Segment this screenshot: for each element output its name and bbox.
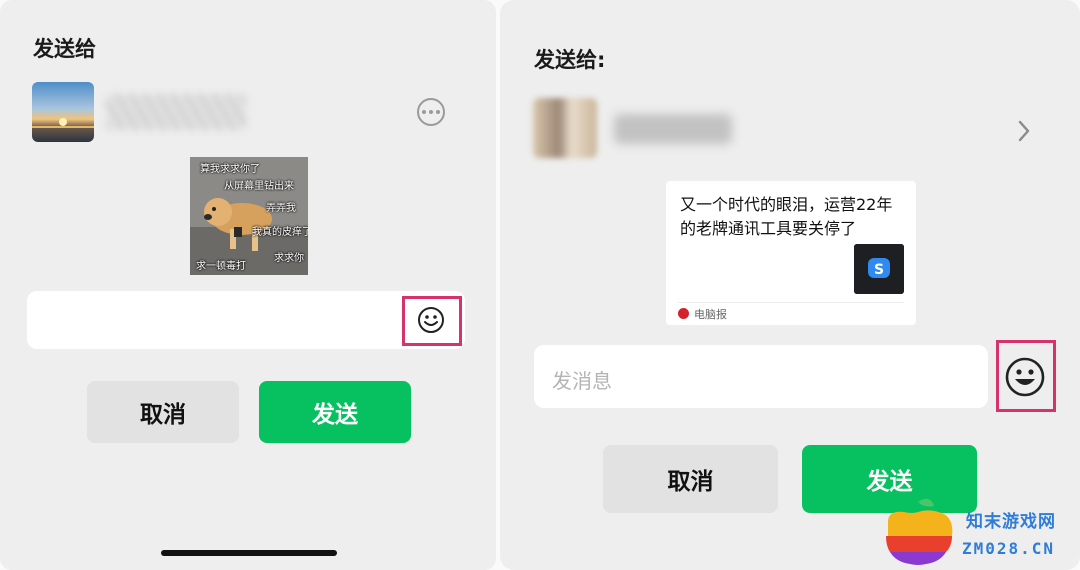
meme-caption: 我真的皮痒了	[252, 227, 308, 238]
meme-caption: 求一顿毒打	[196, 261, 246, 272]
meme-image: 算我求求你了 从屏幕里钻出来 弄弄我 我真的皮痒了 求一顿毒打 求求你	[190, 157, 308, 275]
meme-caption: 从屏幕里钻出来	[224, 181, 294, 192]
watermark-domain: ZM028.CN	[962, 539, 1056, 558]
watermark-name: 知末游戏网	[966, 512, 1056, 532]
article-title: 又一个时代的眼泪，运营22年的老牌通讯工具要关停了	[680, 195, 893, 238]
share-sheet-left: 发送给 算我求求你了 从屏幕里钻出来 弄弄我 我真的皮痒了 求一顿毒打 求求你 …	[0, 0, 496, 570]
home-indicator	[161, 550, 337, 556]
meme-caption: 算我求求你了	[200, 164, 260, 175]
more-icon[interactable]	[417, 98, 445, 126]
chevron-right-icon[interactable]	[1017, 120, 1031, 142]
cancel-button[interactable]: 取消	[603, 445, 778, 513]
emoji-smiley-icon[interactable]	[417, 306, 445, 334]
screenshot-root: 发送给 算我求求你了 从屏幕里钻出来 弄弄我 我真的皮痒了 求一顿毒打 求求你 …	[0, 0, 1080, 570]
recipient-name-blurred	[614, 114, 732, 144]
recipient-avatar	[32, 82, 94, 142]
meme-caption: 求求你	[274, 253, 304, 264]
recipient-avatar	[533, 98, 597, 158]
article-source: 电脑报	[694, 308, 727, 321]
send-button[interactable]: 发送	[259, 381, 411, 443]
cancel-button[interactable]: 取消	[87, 381, 239, 443]
page-title: 发送给	[33, 37, 96, 61]
emoji-smiley-icon[interactable]	[1004, 356, 1046, 398]
skype-icon: S	[854, 244, 904, 294]
article-card: 又一个时代的眼泪，运营22年的老牌通讯工具要关停了 S 电脑报	[666, 181, 916, 325]
message-input[interactable]: 发消息	[534, 345, 988, 408]
recipient-name-blurred	[106, 94, 246, 130]
card-divider	[678, 302, 904, 303]
meme-caption: 弄弄我	[266, 203, 296, 214]
source-logo-icon	[678, 308, 689, 319]
page-title: 发送给:	[534, 48, 606, 72]
svg-text:S: S	[874, 262, 884, 278]
message-input[interactable]	[27, 291, 465, 349]
article-thumbnail: S	[854, 244, 904, 294]
input-placeholder: 发消息	[552, 369, 612, 393]
share-sheet-right: 发送给: 又一个时代的眼泪，运营22年的老牌通讯工具要关停了 S 电脑报 发消息	[500, 0, 1080, 570]
watermark-logo-icon	[886, 498, 953, 565]
